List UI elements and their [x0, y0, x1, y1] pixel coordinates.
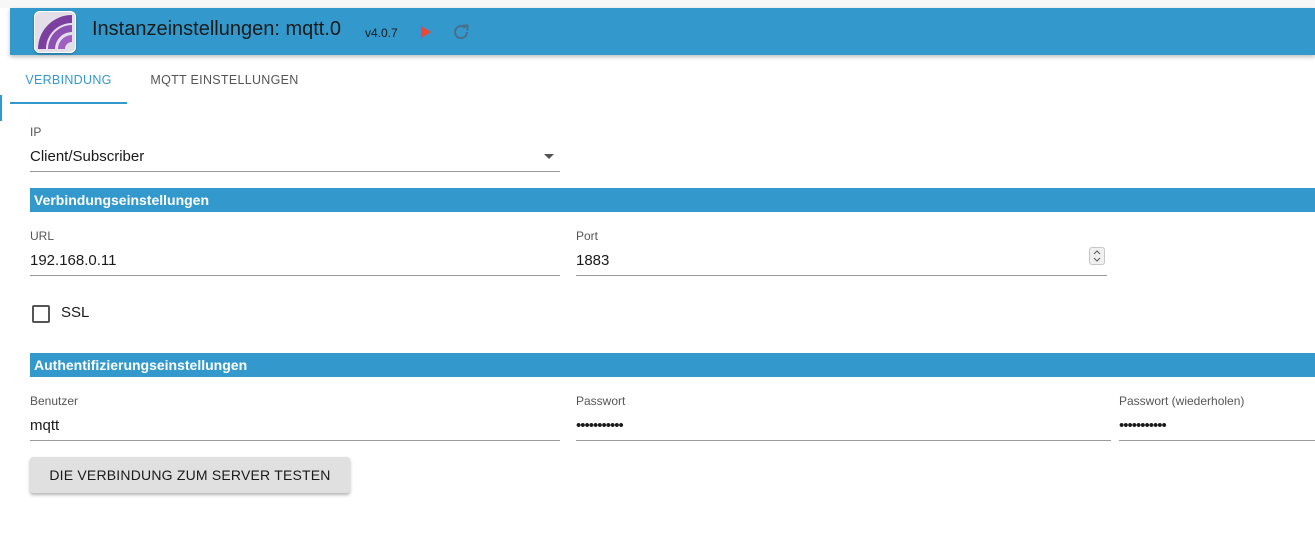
- ip-select[interactable]: Client/Subscriber: [30, 143, 560, 172]
- port-value: 1883: [576, 252, 610, 269]
- section-auth-settings: Authentifizierungseinstellungen: [30, 353, 1315, 377]
- ssl-checkbox[interactable]: [32, 305, 50, 323]
- left-edge-indicator: [0, 95, 2, 121]
- password-repeat-value: •••••••••••: [1119, 417, 1167, 434]
- ip-label: IP: [30, 125, 42, 139]
- tab-mqtt-einstellungen[interactable]: MQTT EINSTELLUNGEN: [127, 58, 322, 104]
- tab-verbindung[interactable]: VERBINDUNG: [10, 58, 127, 104]
- page-title: Instanzeinstellungen: mqtt.0: [92, 18, 342, 40]
- section-connection-settings: Verbindungseinstellungen: [30, 188, 1315, 212]
- port-label: Port: [576, 229, 599, 243]
- number-stepper-icon[interactable]: [1089, 247, 1105, 265]
- ip-select-value: Client/Subscriber: [30, 148, 145, 165]
- user-value: mqtt: [30, 417, 60, 434]
- password-repeat-label: Passwort (wiederholen): [1119, 394, 1245, 408]
- url-input[interactable]: 192.168.0.11: [30, 247, 560, 276]
- chevron-down-icon: [544, 154, 554, 159]
- password-repeat-input[interactable]: •••••••••••: [1119, 412, 1315, 441]
- user-label: Benutzer: [30, 394, 79, 408]
- ssl-label: SSL: [61, 304, 90, 321]
- test-connection-button[interactable]: DIE VERBINDUNG ZUM SERVER TESTEN: [30, 457, 350, 493]
- top-strip: [0, 0, 1315, 8]
- play-icon[interactable]: [418, 23, 434, 41]
- reload-icon[interactable]: [450, 21, 472, 43]
- password-value: •••••••••••: [576, 417, 624, 434]
- port-input[interactable]: 1883: [576, 247, 1107, 276]
- version-label: v4.0.7: [365, 26, 398, 40]
- instance-header: Instanzeinstellungen: mqtt.0 v4.0.7: [10, 8, 1315, 55]
- url-value: 192.168.0.11: [30, 252, 117, 269]
- password-input[interactable]: •••••••••••: [576, 412, 1111, 441]
- user-input[interactable]: mqtt: [30, 412, 560, 441]
- password-label: Passwort: [576, 394, 626, 408]
- url-label: URL: [30, 229, 55, 243]
- mqtt-logo-icon: [34, 11, 76, 53]
